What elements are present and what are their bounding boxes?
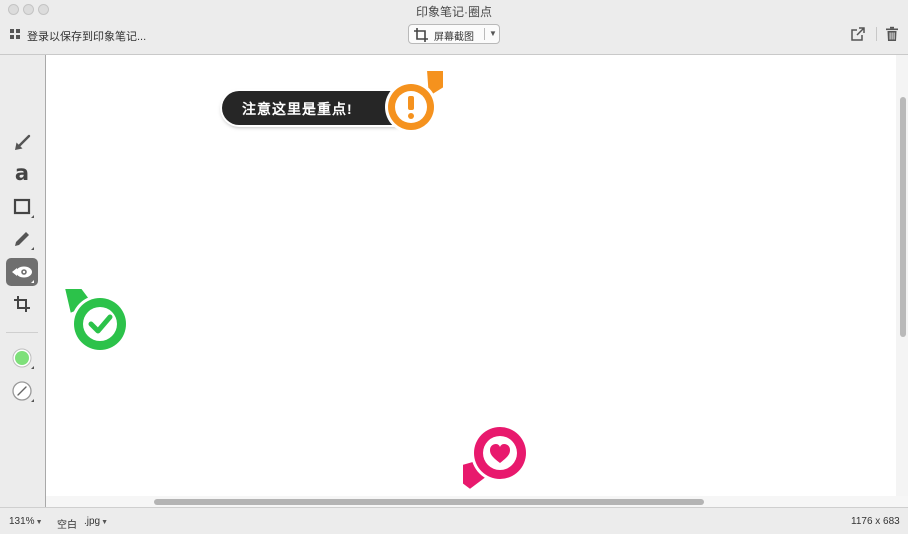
exclamation-icon bbox=[408, 96, 414, 110]
share-icon[interactable] bbox=[850, 26, 866, 42]
toolbar-divider bbox=[876, 27, 877, 41]
submenu-indicator bbox=[31, 399, 34, 402]
rectangle-tool[interactable] bbox=[6, 193, 38, 221]
pen-icon bbox=[15, 232, 29, 246]
submenu-indicator bbox=[31, 247, 34, 250]
zoom-dropdown[interactable]: 131%▼ bbox=[9, 516, 43, 527]
grid-icon[interactable] bbox=[10, 29, 21, 40]
stamp-tool[interactable] bbox=[6, 258, 38, 286]
text-icon: a bbox=[14, 161, 30, 185]
button-divider bbox=[484, 28, 485, 40]
trash-icon[interactable] bbox=[886, 26, 898, 41]
callout-text: 注意这里是重点! bbox=[242, 101, 353, 117]
checkmark-stamp[interactable] bbox=[60, 284, 134, 358]
chevron-down-icon: ▼ bbox=[101, 519, 109, 526]
chevron-down-icon: ▼ bbox=[35, 519, 43, 526]
crop-tool[interactable] bbox=[6, 290, 38, 318]
heart-stamp[interactable] bbox=[458, 420, 532, 494]
arrow-icon bbox=[15, 134, 31, 150]
palette-divider bbox=[6, 332, 38, 333]
crop-icon bbox=[414, 28, 428, 42]
vertical-scroll-thumb[interactable] bbox=[900, 97, 906, 337]
rectangle-icon bbox=[13, 198, 31, 215]
color-swatch bbox=[15, 351, 29, 365]
crop-icon bbox=[14, 296, 30, 312]
color-picker[interactable] bbox=[6, 344, 38, 372]
status-bar: 131%▼ 空白 .jpg▼ 1176 x 683 bbox=[0, 507, 908, 534]
text-tool[interactable]: a bbox=[6, 161, 38, 189]
line-width-picker[interactable] bbox=[6, 377, 38, 405]
exclamation-stamp[interactable] bbox=[374, 66, 448, 140]
arrow-tool[interactable] bbox=[6, 129, 38, 157]
horizontal-scroll-thumb[interactable] bbox=[154, 499, 704, 505]
file-format: .jpg bbox=[84, 516, 101, 527]
screen-capture-button[interactable]: 屏幕截图 ▼ bbox=[408, 24, 500, 44]
signin-link[interactable]: 登录以保存到印象笔记... bbox=[27, 28, 146, 44]
title-bar: 印象笔记·圈点 bbox=[0, 0, 908, 20]
window-title: 印象笔记·圈点 bbox=[416, 5, 492, 19]
toolbar: 登录以保存到印象笔记... 屏幕截图 ▼ bbox=[0, 20, 908, 54]
background-option[interactable]: 空白 bbox=[57, 516, 77, 531]
zoom-level: 131% bbox=[9, 516, 35, 527]
eye-stamp-icon bbox=[12, 266, 32, 278]
tool-palette: a bbox=[0, 55, 45, 507]
submenu-indicator bbox=[31, 280, 34, 283]
app-window: 印象笔记·圈点 登录以保存到印象笔记... 屏幕截图 ▼ a 注意这里是重点! … bbox=[0, 0, 908, 534]
pen-tool[interactable] bbox=[6, 225, 38, 253]
line-width-icon bbox=[12, 381, 32, 401]
submenu-indicator bbox=[31, 215, 34, 218]
screen-capture-label: 屏幕截图 bbox=[434, 32, 474, 43]
image-dimensions: 1176 x 683 bbox=[851, 516, 900, 527]
chevron-down-icon[interactable]: ▼ bbox=[489, 29, 497, 38]
format-dropdown[interactable]: .jpg▼ bbox=[84, 516, 108, 527]
color-swatch-icon bbox=[12, 348, 32, 368]
submenu-indicator bbox=[31, 366, 34, 369]
